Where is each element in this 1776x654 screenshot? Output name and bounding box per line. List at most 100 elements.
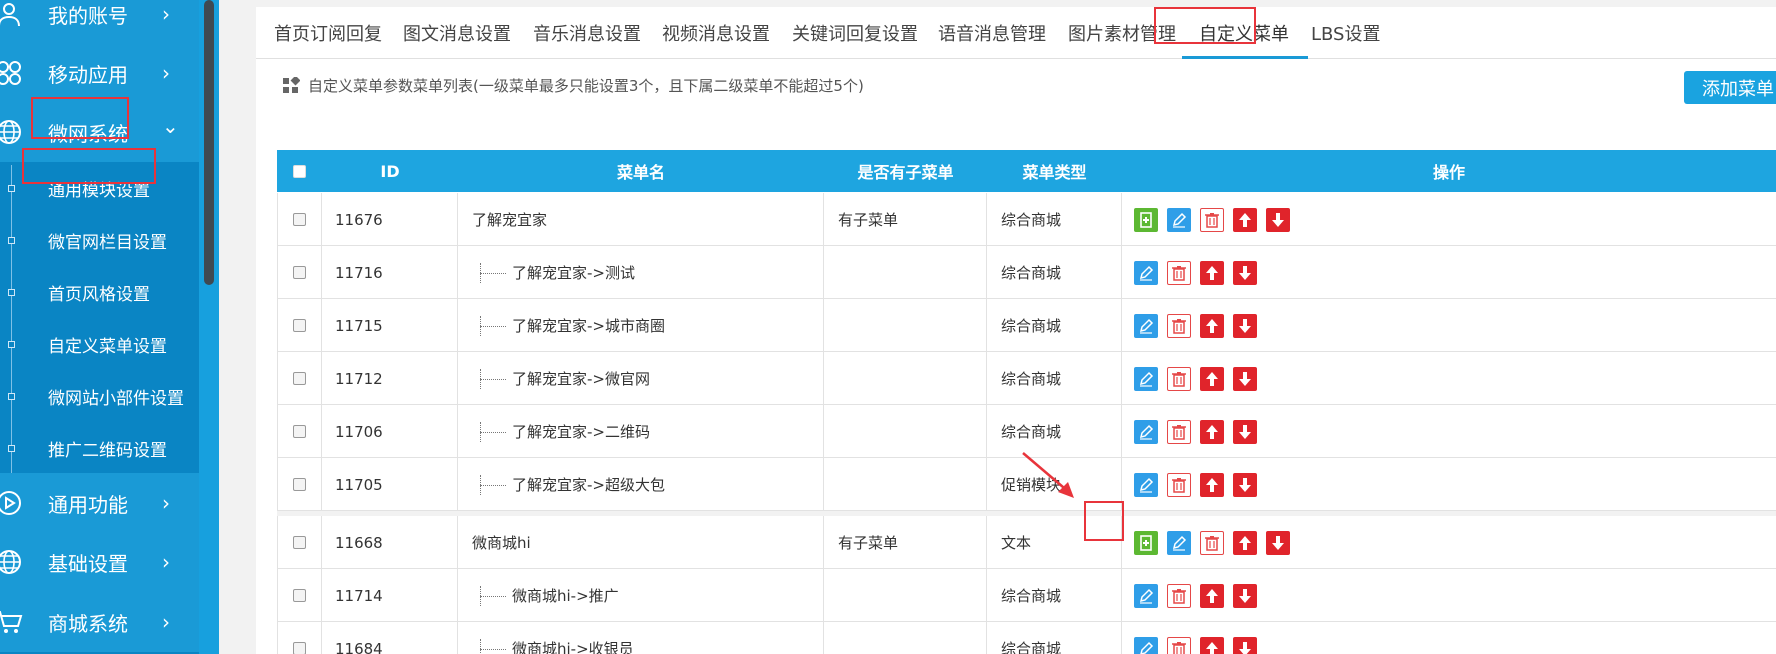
- globe-icon: [0, 547, 24, 577]
- edit-icon[interactable]: [1134, 260, 1158, 285]
- move-up-icon[interactable]: [1200, 419, 1224, 444]
- header-has-sub: 是否有子菜单: [857, 163, 954, 182]
- sidebar-item-4[interactable]: 基础设置 ›: [0, 532, 199, 592]
- delete-icon[interactable]: [1167, 313, 1191, 338]
- row-checkbox[interactable]: [293, 589, 306, 602]
- sidebar-subitem-1[interactable]: 微官网栏目设置: [0, 214, 199, 266]
- delete-icon[interactable]: [1167, 366, 1191, 391]
- move-up-icon[interactable]: [1200, 313, 1224, 338]
- tab-1[interactable]: 图文消息设置: [403, 7, 511, 59]
- chevron-right-icon: ›: [162, 550, 170, 574]
- edit-icon[interactable]: [1134, 636, 1158, 654]
- select-all-checkbox[interactable]: [293, 164, 306, 178]
- tab-0[interactable]: 首页订阅回复: [274, 7, 382, 59]
- cell-id: 11676: [322, 193, 458, 246]
- tab-3[interactable]: 视频消息设置: [662, 7, 770, 59]
- move-down-icon[interactable]: [1266, 530, 1290, 555]
- delete-icon[interactable]: [1167, 472, 1191, 497]
- group-separator: [277, 511, 1776, 516]
- sidebar-subitem-2[interactable]: 首页风格设置: [0, 266, 199, 318]
- tab-2[interactable]: 音乐消息设置: [533, 7, 641, 59]
- sidebar-subitem-3[interactable]: 自定义菜单设置: [0, 318, 199, 370]
- edit-icon[interactable]: [1134, 313, 1158, 338]
- content-area: 自定义菜单参数菜单列表(一级菜单最多只能设置3个，且下属二级菜单不能超过5个) …: [256, 59, 1776, 654]
- cell-type: 综合商城: [987, 193, 1122, 246]
- cell-id: 11705: [322, 458, 458, 511]
- sidebar-subitem-label: 推广二维码设置: [48, 440, 167, 461]
- move-down-icon[interactable]: [1233, 583, 1257, 608]
- cell-name: 微商城hi->收银员: [458, 622, 824, 654]
- delete-icon[interactable]: [1200, 530, 1224, 555]
- move-down-icon[interactable]: [1233, 313, 1257, 338]
- sidebar-subitem-label: 微网站小部件设置: [48, 388, 184, 409]
- table-row: 11684 微商城hi->收银员 综合商城: [277, 622, 1776, 654]
- row-checkbox[interactable]: [293, 319, 306, 332]
- sidebar-subitem-4[interactable]: 微网站小部件设置: [0, 370, 199, 422]
- tree-branch-icon: [480, 585, 510, 606]
- row-select-cell: [277, 299, 322, 352]
- row-checkbox[interactable]: [293, 266, 306, 279]
- tab-8[interactable]: LBS设置: [1311, 7, 1381, 59]
- row-checkbox[interactable]: [293, 642, 306, 654]
- tab-4[interactable]: 关键词回复设置: [792, 7, 918, 59]
- sidebar-item-3[interactable]: 通用功能 ›: [0, 473, 199, 533]
- sidebar-item-5[interactable]: 商城系统 ›: [0, 592, 199, 652]
- move-up-icon[interactable]: [1233, 530, 1257, 555]
- add-menu-button[interactable]: 添加菜单: [1684, 71, 1776, 104]
- delete-icon[interactable]: [1167, 419, 1191, 444]
- delete-icon[interactable]: [1167, 583, 1191, 608]
- move-up-icon[interactable]: [1200, 366, 1224, 391]
- highlight-box-module: [22, 148, 156, 184]
- header-select-all[interactable]: [277, 150, 322, 192]
- row-checkbox[interactable]: [293, 536, 306, 549]
- cell-ops: [1122, 299, 1776, 352]
- move-down-icon[interactable]: [1233, 419, 1257, 444]
- move-down-icon[interactable]: [1266, 207, 1290, 232]
- menu-name-text: 微商城hi->收银员: [512, 640, 634, 654]
- play-icon: [0, 488, 24, 518]
- edit-icon[interactable]: [1167, 207, 1191, 232]
- row-checkbox[interactable]: [293, 372, 306, 385]
- move-down-icon[interactable]: [1233, 472, 1257, 497]
- sidebar-scrollbar[interactable]: [204, 0, 214, 285]
- row-checkbox[interactable]: [293, 478, 306, 491]
- intro-text: 自定义菜单参数菜单列表(一级菜单最多只能设置3个，且下属二级菜单不能超过5个): [308, 77, 864, 95]
- tab-5[interactable]: 语音消息管理: [938, 7, 1046, 59]
- move-down-icon[interactable]: [1233, 636, 1257, 654]
- delete-icon[interactable]: [1167, 636, 1191, 654]
- move-down-icon[interactable]: [1233, 366, 1257, 391]
- cell-id: 11668: [322, 516, 458, 569]
- edit-icon[interactable]: [1134, 472, 1158, 497]
- tree-branch-icon: [480, 474, 510, 495]
- delete-icon[interactable]: [1167, 260, 1191, 285]
- table-row: 11714 微商城hi->推广 综合商城: [277, 569, 1776, 622]
- add-submenu-icon[interactable]: [1134, 530, 1158, 555]
- edit-icon[interactable]: [1134, 583, 1158, 608]
- highlight-box-weiwang: [31, 97, 129, 139]
- move-up-icon[interactable]: [1200, 472, 1224, 497]
- menu-name-text: 微商城hi->推广: [512, 587, 619, 605]
- sidebar-item-0[interactable]: 我的账号 ›: [0, 0, 199, 44]
- sidebar-subitem-5[interactable]: 推广二维码设置: [0, 422, 199, 474]
- move-up-icon[interactable]: [1200, 636, 1224, 654]
- cell-ops: [1122, 622, 1776, 654]
- row-checkbox[interactable]: [293, 425, 306, 438]
- row-checkbox[interactable]: [293, 213, 306, 226]
- menu-name-text: 了解宠宜家->微官网: [512, 370, 650, 388]
- edit-icon[interactable]: [1134, 366, 1158, 391]
- sidebar-item-1[interactable]: 移动应用 ›: [0, 43, 199, 103]
- edit-icon[interactable]: [1134, 419, 1158, 444]
- move-up-icon[interactable]: [1233, 207, 1257, 232]
- cart-icon: [0, 607, 24, 637]
- cell-id: 11715: [322, 299, 458, 352]
- sidebar-subitem-label: 自定义菜单设置: [48, 336, 167, 357]
- delete-icon[interactable]: [1200, 207, 1224, 232]
- table-header: ID 菜单名 是否有子菜单 菜单类型 操作: [277, 150, 1776, 192]
- move-up-icon[interactable]: [1200, 260, 1224, 285]
- move-down-icon[interactable]: [1233, 260, 1257, 285]
- cell-ops: [1122, 458, 1776, 511]
- edit-icon[interactable]: [1167, 530, 1191, 555]
- move-up-icon[interactable]: [1200, 583, 1224, 608]
- cell-has-sub: 有子菜单: [824, 193, 987, 246]
- add-submenu-icon[interactable]: [1134, 207, 1158, 232]
